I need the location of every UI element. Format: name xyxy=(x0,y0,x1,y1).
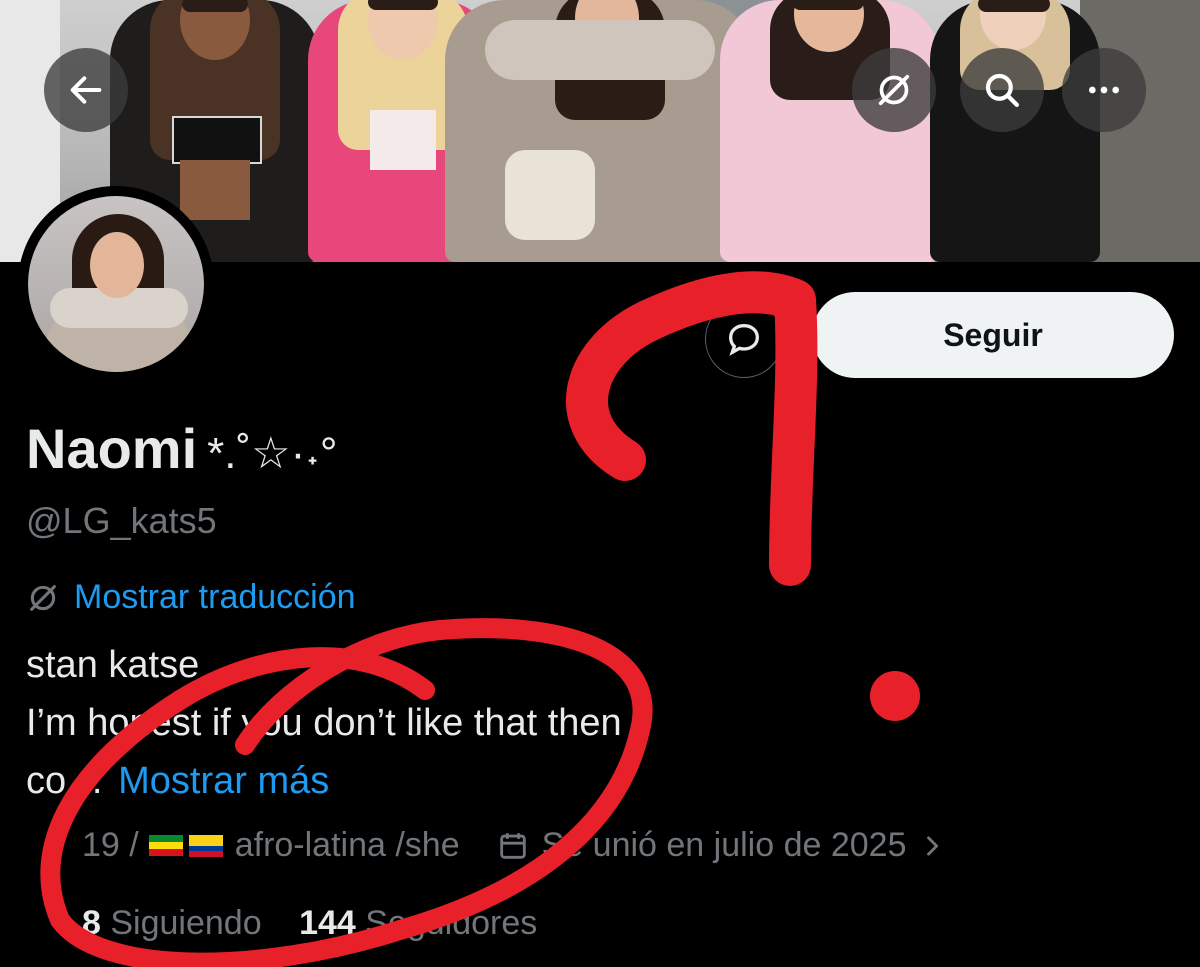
back-button[interactable] xyxy=(44,48,128,132)
chevron-right-icon xyxy=(927,835,939,856)
search-button[interactable] xyxy=(960,48,1044,132)
banner-person xyxy=(445,0,755,262)
name-decoration: *.˚☆·˖° xyxy=(207,429,338,478)
grok-button[interactable] xyxy=(852,48,936,132)
following-link[interactable]: 8 Siguiendo xyxy=(82,904,262,942)
location-text: 19 / xyxy=(82,826,139,864)
translate-icon xyxy=(30,584,56,611)
profile-bio: stan katse I’m honest if you don’t like … xyxy=(26,636,622,810)
avatar[interactable] xyxy=(18,186,214,382)
following-label: Siguiendo xyxy=(110,904,262,942)
more-icon xyxy=(1089,86,1119,94)
following-count: 8 xyxy=(82,904,101,942)
profile-name: Naomi *.˚☆·˖° xyxy=(26,416,338,481)
followers-link[interactable]: 144 Seguidores xyxy=(299,904,537,942)
follow-button[interactable]: Seguir xyxy=(812,292,1174,378)
search-icon xyxy=(985,73,1019,107)
follow-stats: 8 Siguiendo 144 Seguidores xyxy=(26,904,537,943)
annotation-dot xyxy=(870,671,920,721)
message-button[interactable] xyxy=(705,300,783,378)
bio-line-text: co… xyxy=(26,760,105,802)
avatar-image xyxy=(28,196,204,372)
joined-label: Se unió en julio de 2025 xyxy=(541,826,907,864)
more-button[interactable] xyxy=(1062,48,1146,132)
bio-line: co… Mostrar más xyxy=(26,752,622,810)
message-icon xyxy=(728,323,760,356)
calendar-icon xyxy=(499,832,526,859)
ethiopia-flag-icon xyxy=(148,834,183,857)
colombia-flag-icon xyxy=(188,834,223,857)
profile-handle: @LG_kats5 xyxy=(26,500,217,541)
translate-link[interactable]: Mostrar traducción xyxy=(26,578,356,617)
followers-label: Seguidores xyxy=(365,904,538,942)
identity-text: afro-latina /she xyxy=(234,826,460,864)
banner-person xyxy=(930,0,1100,262)
bio-line: I’m honest if you don’t like that then xyxy=(26,702,622,744)
display-name: Naomi xyxy=(26,417,198,480)
joined-date[interactable]: Se unió en julio de 2025 xyxy=(496,826,947,865)
grok-icon xyxy=(878,74,910,106)
bio-line: stan katse xyxy=(26,644,200,686)
followers-count: 144 xyxy=(299,904,356,942)
profile-meta: 19 / afro-latina /she Se unió en julio d… xyxy=(26,826,946,865)
show-more-link[interactable]: Mostrar más xyxy=(118,760,329,802)
flag-emojis xyxy=(148,834,223,857)
arrow-left-icon xyxy=(70,76,102,104)
translate-label: Mostrar traducción xyxy=(74,578,356,616)
banner-person xyxy=(720,0,940,262)
